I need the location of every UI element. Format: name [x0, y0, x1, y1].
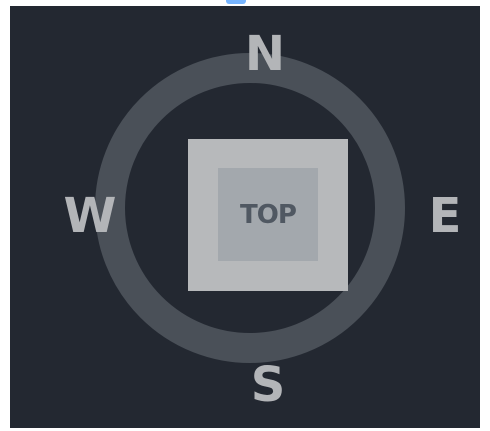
compass-north-label[interactable]: N [235, 30, 295, 78]
compass-west-label[interactable]: W [60, 192, 120, 240]
compass-south-label[interactable]: S [238, 361, 298, 409]
compass-east-label[interactable]: E [415, 192, 475, 240]
viewport: N S W E TOP [0, 0, 490, 431]
view-cube[interactable]: TOP [188, 139, 348, 291]
view-cube-widget: N S W E TOP [10, 6, 480, 428]
cube-top-face[interactable]: TOP [218, 168, 318, 261]
top-accent-marker [226, 0, 246, 4]
cube-face-label: TOP [240, 199, 297, 230]
